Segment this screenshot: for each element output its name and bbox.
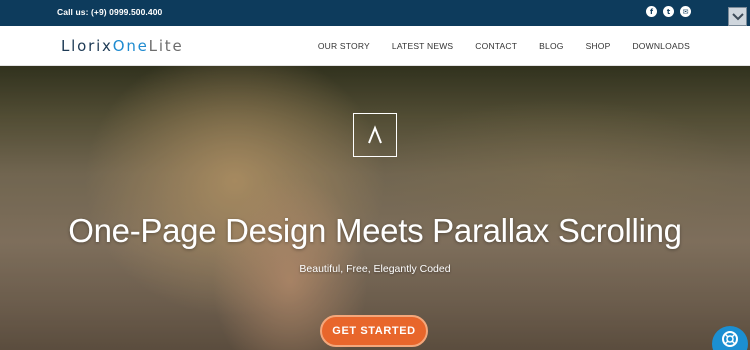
nav-item-latest-news[interactable]: LATEST NEWS [392, 41, 453, 51]
facebook-icon[interactable]: f [646, 6, 657, 17]
hero-subheadline: Beautiful, Free, Elegantly Coded [299, 263, 451, 275]
chevron-down-icon [731, 12, 744, 20]
logo-part-one: One [112, 37, 149, 55]
twitter-icon[interactable]: t [663, 6, 674, 17]
collapse-toggle-button[interactable] [728, 7, 747, 26]
logo-part-lite: Lite [148, 37, 184, 55]
site-logo[interactable]: LlorixOneLite [61, 38, 184, 54]
nav-menu: OUR STORY LATEST NEWS CONTACT BLOG SHOP … [318, 41, 690, 51]
top-bar: Call us: (+9) 0999.500.400 f t ✉ [0, 0, 750, 26]
email-icon[interactable]: ✉ [680, 6, 691, 17]
nav-item-our-story[interactable]: OUR STORY [318, 41, 370, 51]
nav-item-blog[interactable]: BLOG [539, 41, 563, 51]
hero-headline: One-Page Design Meets Parallax Scrolling [68, 212, 682, 249]
hero-section: One-Page Design Meets Parallax Scrolling… [0, 66, 750, 350]
logo-part-llorix: Llorix [61, 37, 113, 55]
nav-item-shop[interactable]: SHOP [586, 41, 611, 51]
get-started-button[interactable]: GET STARTED [320, 315, 428, 347]
nav-item-downloads[interactable]: DOWNLOADS [632, 41, 690, 51]
phone-number: Call us: (+9) 0999.500.400 [57, 7, 163, 17]
chevron-up-logo-icon [368, 125, 382, 144]
brand-emblem [353, 113, 397, 157]
nav-item-contact[interactable]: CONTACT [475, 41, 517, 51]
lifebuoy-icon [722, 331, 738, 347]
social-links: f t ✉ [646, 6, 691, 17]
main-navbar: LlorixOneLite OUR STORY LATEST NEWS CONT… [0, 26, 750, 66]
